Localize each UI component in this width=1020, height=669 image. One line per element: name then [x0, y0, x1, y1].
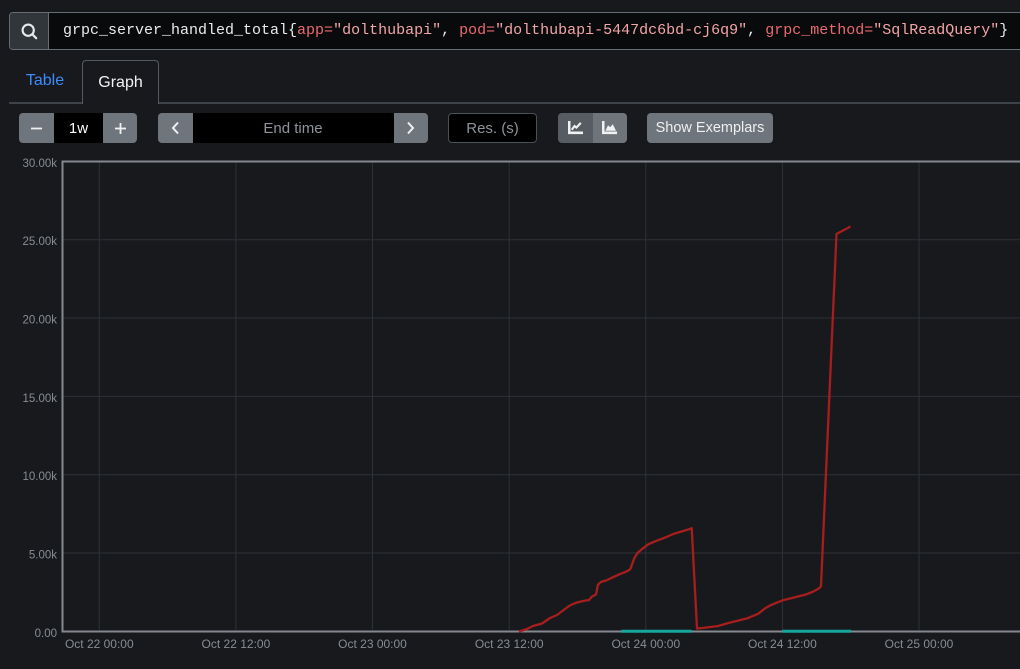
- svg-text:5.00k: 5.00k: [29, 550, 57, 562]
- svg-text:Oct 22 00:00: Oct 22 00:00: [65, 637, 134, 651]
- svg-text:Oct 22 12:00: Oct 22 12:00: [202, 637, 271, 651]
- svg-text:0.00: 0.00: [35, 628, 57, 640]
- svg-text:Oct 25 00:00: Oct 25 00:00: [885, 637, 954, 651]
- svg-text:25.00k: 25.00k: [22, 236, 57, 248]
- svg-text:10.00k: 10.00k: [22, 471, 57, 483]
- svg-text:20.00k: 20.00k: [22, 315, 57, 327]
- svg-text:Oct 24 00:00: Oct 24 00:00: [611, 637, 680, 651]
- svg-text:Oct 23 00:00: Oct 23 00:00: [338, 637, 407, 651]
- svg-text:30.00k: 30.00k: [22, 158, 57, 170]
- svg-text:Oct 24 12:00: Oct 24 12:00: [748, 637, 817, 651]
- svg-text:Oct 23 12:00: Oct 23 12:00: [475, 637, 544, 651]
- svg-text:15.00k: 15.00k: [22, 393, 57, 405]
